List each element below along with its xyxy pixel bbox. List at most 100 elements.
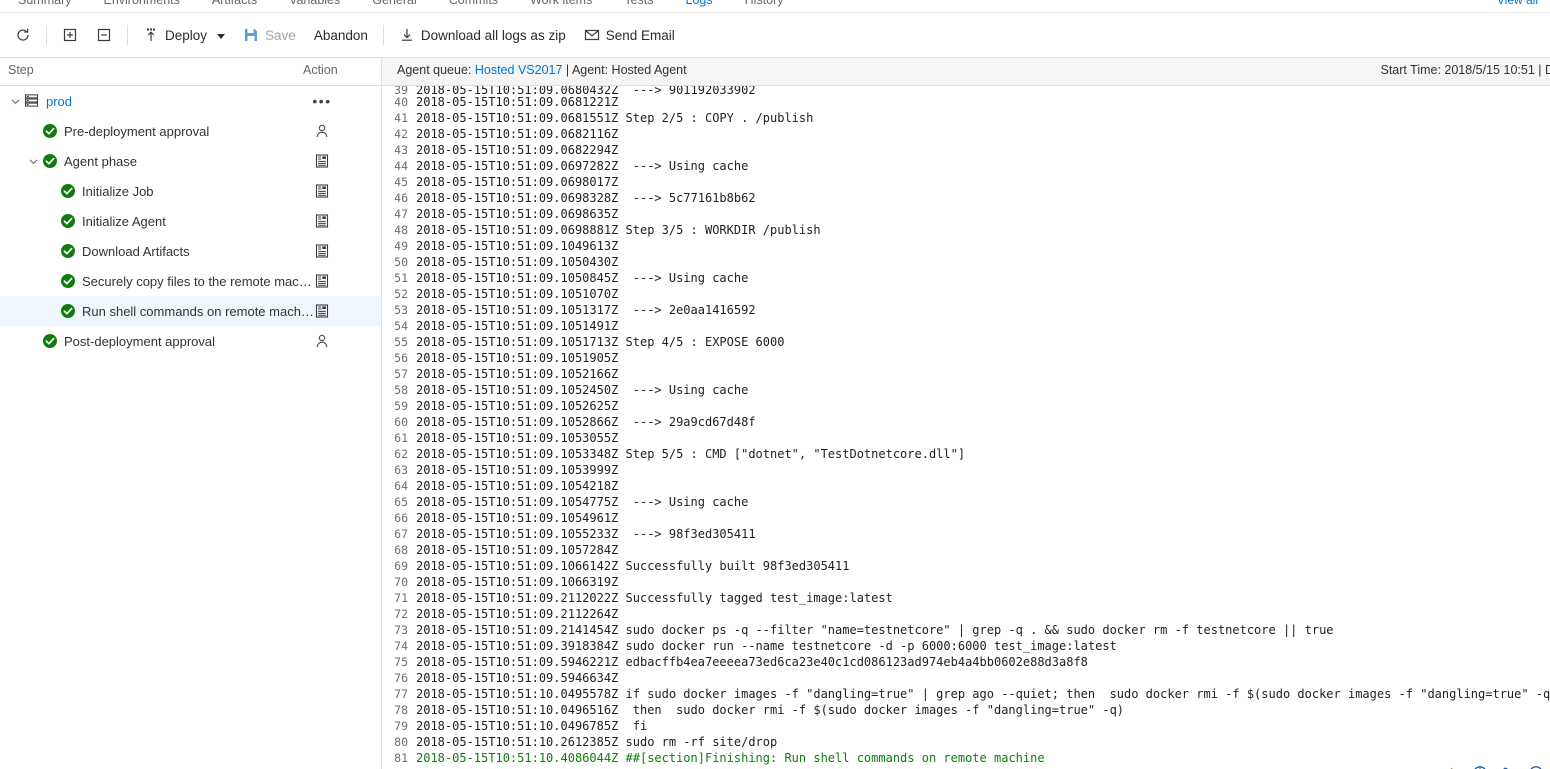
more-actions-icon[interactable]: ••• — [312, 92, 331, 110]
sidebar-step-prod[interactable]: prod ••• — [0, 86, 381, 116]
log-line-number: 47 — [394, 207, 408, 221]
expand-all-button[interactable] — [53, 20, 87, 50]
log-output-panel[interactable]: 39 2018-05-15T10:51:09.0680432Z ---> 9011… — [381, 86, 1550, 769]
abandon-label: Abandon — [313, 27, 368, 43]
log-line: 64 2018-05-15T10:51:09.1054218Z — [382, 478, 1550, 494]
log-line-number: 49 — [394, 239, 408, 253]
log-line-text: 2018-05-15T10:51:09.5946634Z — [416, 671, 619, 685]
log-line-text: 2018-05-15T10:51:09.1053999Z — [416, 463, 619, 477]
log-line-text: 2018-05-15T10:51:09.1051905Z — [416, 351, 619, 365]
log-line: 75 2018-05-15T10:51:09.5946221Z edbacffb4… — [382, 654, 1550, 670]
deploy-icon — [143, 27, 159, 43]
sidebar-step-run-shell-commands-on-remote-mach[interactable]: Run shell commands on remote mach… — [0, 296, 381, 326]
log-line: 79 2018-05-15T10:51:10.0496785Z fi — [382, 718, 1550, 734]
log-line-text: 2018-05-15T10:51:10.0496516Z then sudo d… — [416, 703, 1125, 717]
status-success-icon — [60, 213, 76, 229]
tab-logs[interactable]: Logs — [670, 0, 729, 10]
log-line: 43 2018-05-15T10:51:09.0682294Z — [382, 142, 1550, 158]
log-line-text: 2018-05-15T10:51:09.1051070Z — [416, 287, 619, 301]
view-log-icon[interactable] — [313, 182, 331, 200]
refresh-icon — [15, 27, 31, 43]
agent-queue-link[interactable]: Hosted VS2017 — [475, 63, 563, 77]
log-line: 44 2018-05-15T10:51:09.0697282Z ---> Usin… — [382, 158, 1550, 174]
sidebar-step-initialize-job[interactable]: Initialize Job — [0, 176, 381, 206]
column-header-step: Step — [8, 63, 34, 77]
toolbar-divider — [46, 25, 47, 45]
download-logs-button[interactable]: Download all logs as zip — [390, 20, 575, 50]
log-line: 80 2018-05-15T10:51:10.2612385Z sudo rm -… — [382, 734, 1550, 750]
person-icon[interactable] — [313, 122, 331, 140]
log-line: 73 2018-05-15T10:51:09.2141454Z sudo dock… — [382, 622, 1550, 638]
tab-list: Summary Environments Artifacts Variables Gen… — [0, 0, 800, 10]
log-line: 55 2018-05-15T10:51:09.1051713Z Step 4/5 … — [382, 334, 1550, 350]
chevron-down-icon[interactable] — [26, 154, 40, 168]
log-line: 48 2018-05-15T10:51:09.0698881Z Step 3/5 … — [382, 222, 1550, 238]
status-success-icon — [60, 243, 76, 259]
tab-tests[interactable]: Tests — [608, 0, 669, 10]
tab-summary[interactable]: Summary — [2, 0, 87, 10]
tab-artifacts[interactable]: Artifacts — [196, 0, 273, 10]
sidebar-step-agent-phase[interactable]: Agent phase — [0, 146, 381, 176]
log-line-number: 81 — [394, 751, 408, 765]
tab-environments[interactable]: Environments — [87, 0, 195, 10]
log-line-text: 2018-05-15T10:51:09.0697282Z ---> Using … — [416, 159, 749, 173]
sidebar-step-pre-deployment-approval[interactable]: Pre-deployment approval — [0, 116, 381, 146]
people-icon[interactable] — [1500, 765, 1516, 769]
sidebar-step-post-deployment-approval[interactable]: Post-deployment approval — [0, 326, 381, 356]
log-line-text: 2018-05-15T10:51:09.1066319Z — [416, 575, 619, 589]
clock-icon[interactable] — [1528, 765, 1544, 769]
log-line-number: 67 — [394, 527, 408, 541]
view-log-icon[interactable] — [313, 152, 331, 170]
log-line-text: 2018-05-15T10:51:09.0681551Z Step 2/5 : … — [416, 111, 814, 125]
log-line-number: 46 — [394, 191, 408, 205]
collapse-all-button[interactable] — [87, 20, 121, 50]
log-header-bar: Agent queue: Hosted VS2017 | Agent: Host… — [381, 58, 1550, 86]
log-line-number: 53 — [394, 303, 408, 317]
save-button[interactable]: Save — [234, 20, 305, 50]
toolbar-divider — [127, 25, 128, 45]
log-line-number: 73 — [394, 623, 408, 637]
log-line-number: 45 — [394, 175, 408, 189]
tab-work-items[interactable]: Work items — [514, 0, 608, 10]
log-line-text: 2018-05-15T10:51:09.1051317Z ---> 2e0aa1… — [416, 303, 756, 317]
log-line: 41 2018-05-15T10:51:09.0681551Z Step 2/5 … — [382, 110, 1550, 126]
sidebar-step-download-artifacts[interactable]: Download Artifacts — [0, 236, 381, 266]
tab-history[interactable]: History — [729, 0, 800, 10]
tab-variables[interactable]: Variables — [273, 0, 356, 10]
log-line-text: 2018-05-15T10:51:09.0698635Z — [416, 207, 619, 221]
log-line-text: 2018-05-15T10:51:10.4086044Z ##[section]… — [416, 751, 1045, 765]
agent-name-label: Agent: Hosted Agent — [571, 63, 687, 77]
person-icon[interactable] — [313, 332, 331, 350]
globe-icon[interactable] — [1472, 765, 1488, 769]
abandon-button[interactable]: Abandon — [305, 20, 377, 50]
steps-sidebar[interactable]: prod ••• Pre-deployment approval Agent phas… — [0, 86, 381, 769]
view-log-icon[interactable] — [313, 302, 331, 320]
deploy-button[interactable]: Deploy — [134, 20, 234, 50]
tab-general[interactable]: General — [356, 0, 432, 10]
log-line-text: 2018-05-15T10:51:09.1055233Z ---> 98f3ed… — [416, 527, 756, 541]
dock-icon-row — [1444, 765, 1544, 769]
view-log-icon[interactable] — [313, 242, 331, 260]
view-all-link[interactable]: View all — [1497, 0, 1538, 10]
log-line-number: 59 — [394, 399, 408, 413]
sidebar-step-securely-copy-files-to-the-remote-mac[interactable]: Securely copy files to the remote mac… — [0, 266, 381, 296]
release-tab-strip: Summary Environments Artifacts Variables Gen… — [0, 0, 1550, 13]
log-line: 50 2018-05-15T10:51:09.1050430Z — [382, 254, 1550, 270]
flame-icon[interactable] — [1444, 765, 1460, 769]
send-email-button[interactable]: Send Email — [575, 20, 684, 50]
log-line-number: 51 — [394, 271, 408, 285]
refresh-button[interactable] — [6, 20, 40, 50]
log-line-text: 2018-05-15T10:51:09.1066142Z Successfull… — [416, 559, 850, 573]
sidebar-step-initialize-agent[interactable]: Initialize Agent — [0, 206, 381, 236]
view-log-icon[interactable] — [313, 212, 331, 230]
sidebar-step-label: Initialize Job — [82, 183, 154, 199]
view-log-icon[interactable] — [313, 272, 331, 290]
log-line-text: 2018-05-15T10:51:09.1052866Z ---> 29a9cd… — [416, 415, 756, 429]
log-line-text: 2018-05-15T10:51:09.2112264Z — [416, 607, 619, 621]
log-line-number: 75 — [394, 655, 408, 669]
chevron-down-icon[interactable] — [8, 94, 22, 108]
log-line: 63 2018-05-15T10:51:09.1053999Z — [382, 462, 1550, 478]
server-icon — [24, 93, 40, 109]
log-line-number: 62 — [394, 447, 408, 461]
tab-commits[interactable]: Commits — [433, 0, 514, 10]
